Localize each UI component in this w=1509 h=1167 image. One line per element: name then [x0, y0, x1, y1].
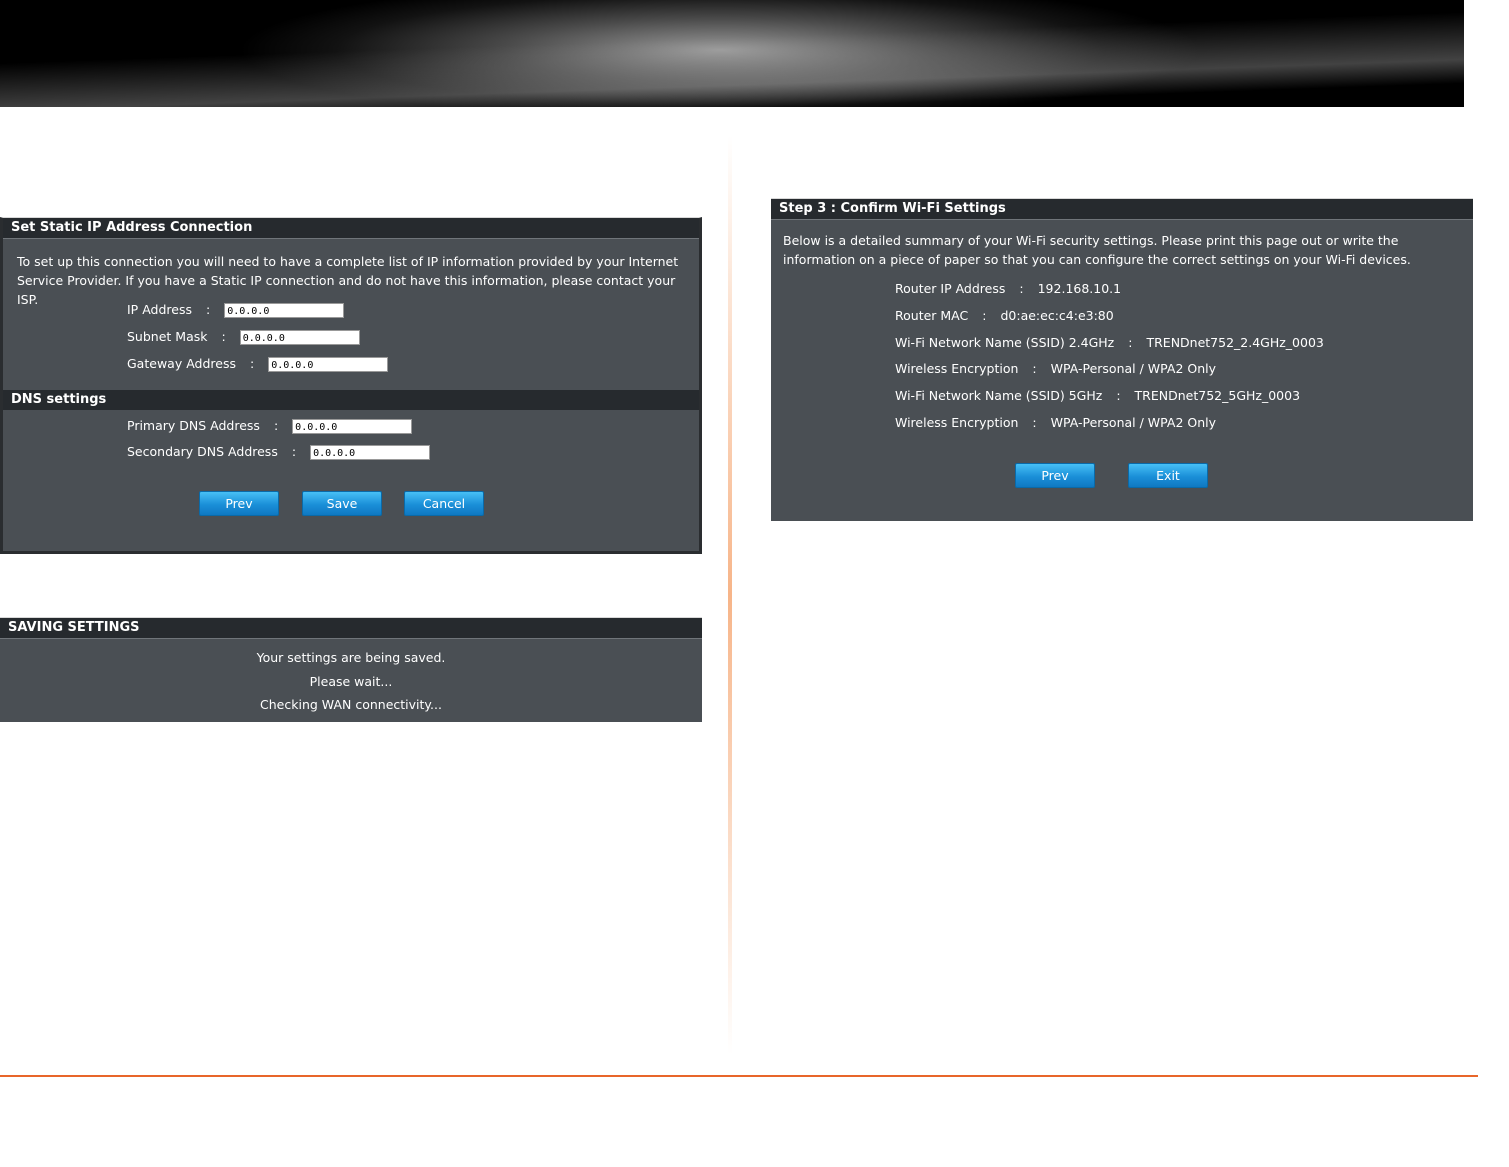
- gateway-row: Gateway Address:0.0.0.0: [127, 356, 389, 372]
- saving-panel: SAVING SETTINGS Your settings are being …: [0, 617, 702, 722]
- summary-label: Router IP Address: [895, 281, 1006, 296]
- summary-row: Wi-Fi Network Name (SSID) 5GHz: TRENDnet7…: [895, 388, 1300, 403]
- ip-address-label: IP Address: [127, 302, 192, 317]
- static-ip-panel: Set Static IP Address Connection To set …: [0, 217, 702, 554]
- wan-check-message: Checking WAN connectivity...: [260, 697, 442, 712]
- summary-value: d0:ae:ec:c4:e3:80: [1000, 308, 1114, 323]
- secondary-dns-row: Secondary DNS Address:0.0.0.0: [127, 444, 431, 460]
- summary-label: Wireless Encryption: [895, 361, 1019, 376]
- column-divider: [728, 135, 732, 1055]
- confirm-wifi-title: Step 3 : Confirm Wi-Fi Settings: [771, 199, 1473, 220]
- primary-dns-label: Primary DNS Address: [127, 418, 260, 433]
- gateway-input[interactable]: 0.0.0.0: [268, 357, 389, 372]
- static-ip-description: To set up this connection you will need …: [17, 254, 679, 307]
- gateway-label: Gateway Address: [127, 356, 236, 371]
- summary-label: Wi-Fi Network Name (SSID) 2.4GHz: [895, 335, 1115, 350]
- confirm-wifi-description: Below is a detailed summary of your Wi-F…: [783, 233, 1411, 267]
- exit-button[interactable]: Exit: [1128, 463, 1208, 488]
- summary-row: Wireless Encryption: WPA-Personal / WPA2 …: [895, 415, 1216, 430]
- summary-row: Router IP Address:192.168.10.1: [895, 281, 1121, 296]
- colon: :: [291, 444, 297, 459]
- subnet-mask-row: Subnet Mask:0.0.0.0: [127, 329, 360, 345]
- footer-divider: [0, 1075, 1478, 1077]
- colon: :: [273, 418, 279, 433]
- subnet-mask-label: Subnet Mask: [127, 329, 208, 344]
- primary-dns-input[interactable]: 0.0.0.0: [292, 419, 413, 434]
- summary-value: WPA-Personal / WPA2 Only: [1050, 361, 1216, 376]
- prev-button[interactable]: Prev: [1015, 463, 1095, 488]
- ip-address-input[interactable]: 0.0.0.0: [224, 303, 345, 318]
- wait-message: Please wait...: [309, 673, 393, 689]
- cancel-button[interactable]: Cancel: [404, 491, 484, 516]
- subnet-mask-input[interactable]: 0.0.0.0: [239, 330, 360, 345]
- summary-label: Router MAC: [895, 308, 969, 323]
- colon: :: [1032, 415, 1037, 430]
- static-ip-title: Set Static IP Address Connection: [3, 218, 699, 239]
- colon: :: [1116, 388, 1121, 403]
- colon: :: [982, 308, 987, 323]
- primary-dns-row: Primary DNS Address:0.0.0.0: [127, 418, 413, 434]
- secondary-dns-input[interactable]: 0.0.0.0: [310, 445, 431, 460]
- summary-value: WPA-Personal / WPA2 Only: [1050, 415, 1216, 430]
- summary-value: TRENDnet752_2.4GHz_0003: [1146, 335, 1324, 350]
- summary-value: 192.168.10.1: [1037, 281, 1122, 296]
- summary-label: Wireless Encryption: [895, 415, 1019, 430]
- colon: :: [221, 329, 226, 344]
- colon: :: [249, 356, 255, 371]
- colon: :: [1019, 281, 1024, 296]
- colon: :: [1032, 361, 1037, 376]
- summary-label: Wi-Fi Network Name (SSID) 5GHz: [895, 388, 1103, 403]
- dns-settings-title: DNS settings: [3, 390, 699, 410]
- saving-title: SAVING SETTINGS: [0, 617, 702, 639]
- colon: :: [205, 302, 211, 317]
- secondary-dns-label: Secondary DNS Address: [127, 444, 278, 459]
- summary-row: Router MAC: d0:ae:ec:c4:e3:80: [895, 308, 1114, 323]
- colon: :: [1128, 335, 1133, 350]
- save-button[interactable]: Save: [302, 491, 382, 516]
- ip-address-row: IP Address:0.0.0.0: [127, 302, 345, 318]
- summary-row: Wi-Fi Network Name (SSID) 2.4GHz: TRENDne…: [895, 335, 1324, 350]
- header-banner: [0, 0, 1464, 107]
- saving-message: Your settings are being saved.: [256, 650, 446, 665]
- summary-value: TRENDnet752_5GHz_0003: [1134, 388, 1301, 403]
- confirm-wifi-panel: Step 3 : Confirm Wi-Fi Settings Below is…: [771, 198, 1473, 521]
- prev-button[interactable]: Prev: [199, 491, 279, 516]
- summary-row: Wireless Encryption: WPA-Personal / WPA2 …: [895, 361, 1216, 376]
